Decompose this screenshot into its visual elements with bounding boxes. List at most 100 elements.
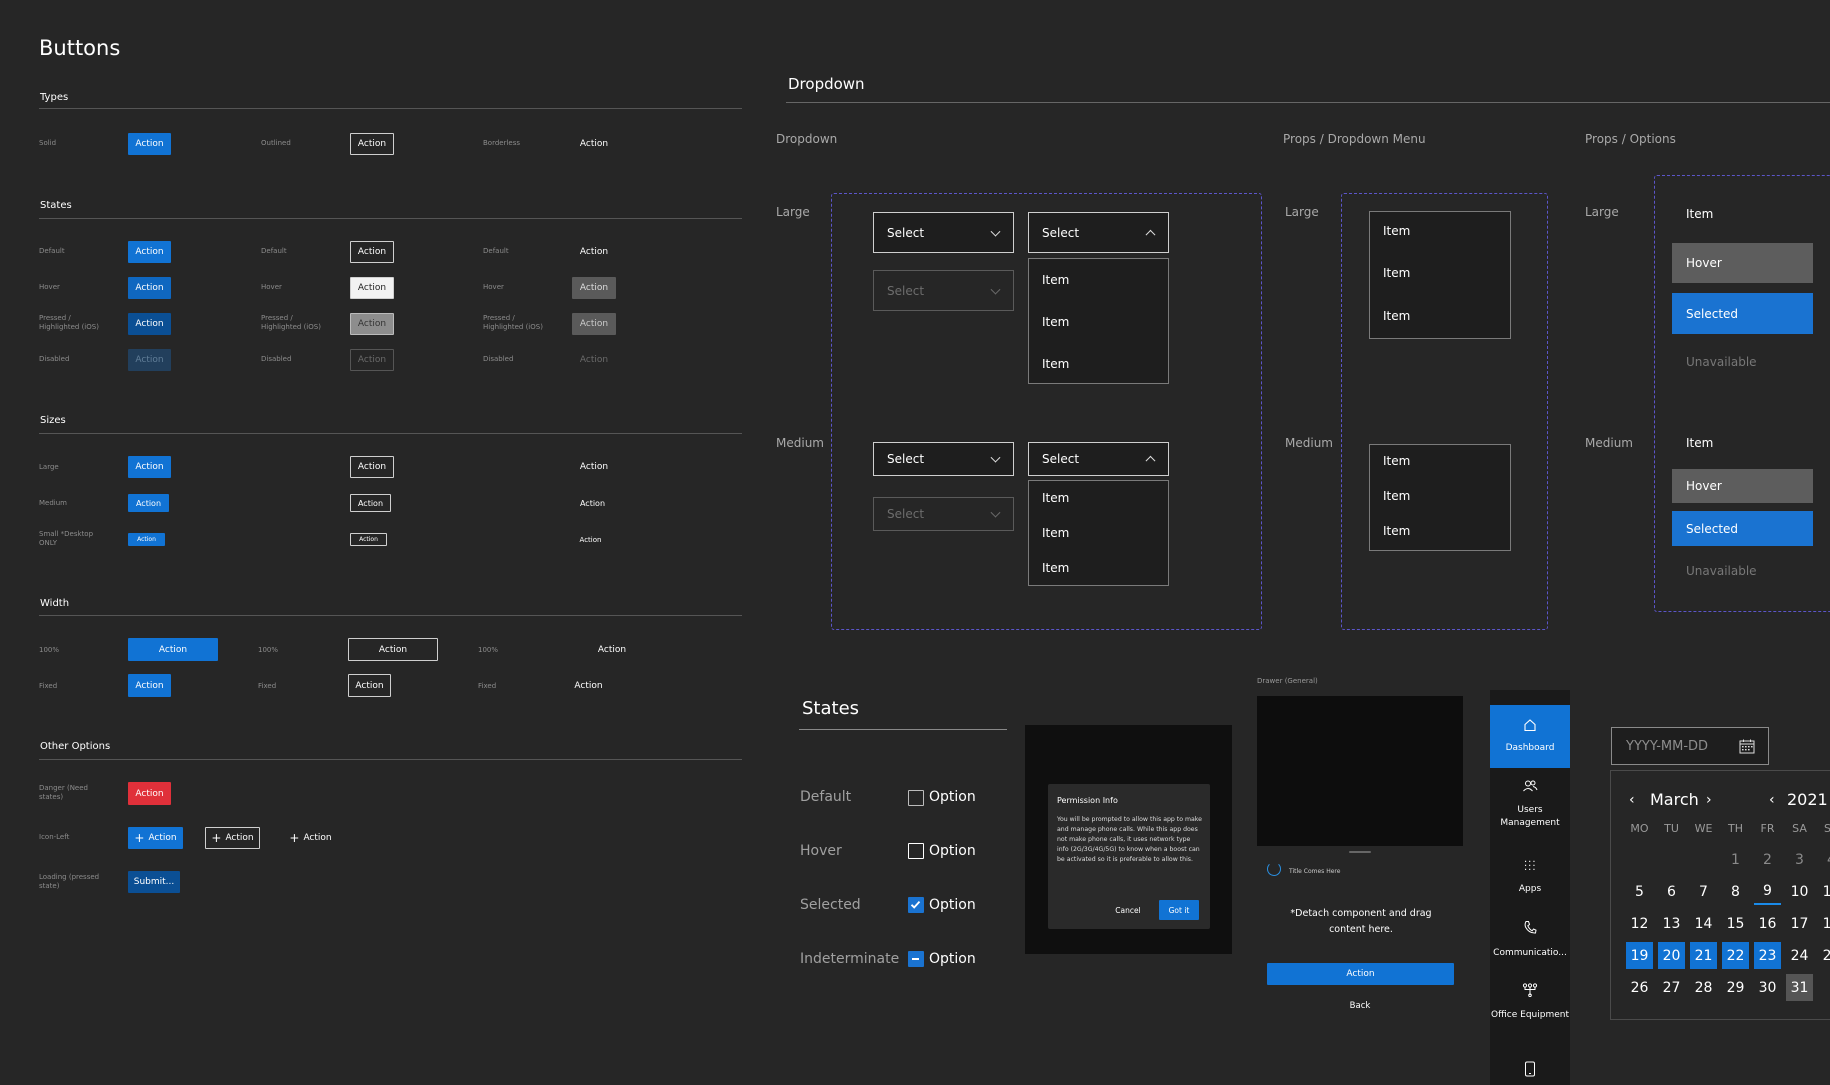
select-medium-closed[interactable]: Select (873, 442, 1014, 476)
large-solid-button[interactable]: Action (128, 456, 171, 478)
fixed-outlined-button[interactable]: Action (348, 674, 391, 697)
menu-item[interactable]: Item (1042, 526, 1069, 540)
outlined-default-button[interactable]: Action (350, 241, 394, 263)
nav-label-users[interactable]: Users Management (1490, 804, 1570, 830)
calendar-day[interactable]: 21 (1690, 942, 1717, 969)
medium-solid-button[interactable]: Action (128, 494, 169, 512)
calendar-day[interactable]: 8 (1722, 878, 1749, 905)
large-outlined-button[interactable]: Action (350, 456, 394, 478)
borderless-pressed-button[interactable]: Action (572, 313, 616, 335)
checkbox-checked[interactable] (908, 897, 924, 913)
calendar-day[interactable]: 23 (1754, 942, 1781, 969)
calendar-day[interactable]: 6 (1658, 878, 1685, 905)
select-medium-open[interactable]: Select (1028, 442, 1169, 476)
menu-item[interactable]: Item (1383, 224, 1410, 238)
next-month-icon[interactable]: › (1706, 792, 1712, 808)
icon-left-borderless-button[interactable]: + Action (283, 827, 338, 849)
menu-item[interactable]: Item (1042, 561, 1069, 575)
option-item[interactable]: Item (1672, 428, 1813, 458)
menu-item[interactable]: Item (1383, 489, 1410, 503)
icon-left-solid-button[interactable]: + Action (128, 827, 183, 849)
small-borderless-button[interactable]: Action (572, 533, 609, 546)
large-borderless-button[interactable]: Action (572, 456, 616, 478)
menu-item[interactable]: Item (1383, 524, 1410, 538)
full-width-solid-button[interactable]: Action (128, 638, 218, 661)
menu-item[interactable]: Item (1042, 315, 1069, 329)
select-large-closed[interactable]: Select (873, 212, 1014, 253)
loading-button[interactable]: Submit... (128, 871, 180, 893)
calendar-day[interactable]: 10 (1786, 878, 1813, 905)
outlined-hover-button[interactable]: Action (350, 277, 394, 299)
calendar-day[interactable]: 9 (1754, 878, 1781, 905)
cancel-button[interactable]: Cancel (1108, 900, 1148, 920)
menu-item[interactable]: Item (1042, 357, 1069, 371)
menu-item[interactable]: Item (1042, 273, 1069, 287)
option-item[interactable]: Item (1672, 199, 1813, 229)
calendar-day[interactable]: 31 (1786, 974, 1813, 1001)
calendar-day[interactable]: 17 (1786, 910, 1813, 937)
calendar-day[interactable]: 27 (1658, 974, 1685, 1001)
menu-item[interactable]: Item (1383, 266, 1410, 280)
borderless-default-button[interactable]: Action (572, 241, 616, 263)
medium-outlined-button[interactable]: Action (350, 494, 391, 512)
calendar-day[interactable]: 13 (1658, 910, 1685, 937)
nav-item-dashboard[interactable] (1490, 705, 1570, 768)
danger-button[interactable]: Action (128, 782, 171, 805)
calendar-day[interactable]: 28 (1690, 974, 1717, 1001)
drawer-action-button[interactable]: Action (1267, 963, 1454, 985)
option-selected[interactable]: Selected (1672, 293, 1813, 334)
calendar-day[interactable]: 4 (1818, 846, 1830, 873)
medium-borderless-button[interactable]: Action (572, 494, 613, 512)
solid-button[interactable]: Action (128, 133, 171, 155)
calendar-day[interactable]: 16 (1754, 910, 1781, 937)
borderless-button[interactable]: Action (572, 133, 616, 155)
small-solid-button[interactable]: Action (128, 533, 165, 546)
menu-item[interactable]: Item (1042, 491, 1069, 505)
calendar-day[interactable]: 22 (1722, 942, 1749, 969)
drawer-handle[interactable] (1349, 851, 1371, 853)
calendar-day[interactable]: 26 (1626, 974, 1653, 1001)
fixed-solid-button[interactable]: Action (128, 674, 171, 697)
calendar-day[interactable]: 18 (1818, 910, 1830, 937)
nav-label-office-equipment[interactable]: Office Equipment (1490, 1009, 1570, 1022)
checkbox-unchecked[interactable] (908, 790, 924, 806)
calendar-day[interactable]: 30 (1754, 974, 1781, 1001)
nav-label-apps[interactable]: Apps (1490, 883, 1570, 896)
select-large-open[interactable]: Select (1028, 212, 1169, 253)
calendar-day[interactable]: 2 (1754, 846, 1781, 873)
outlined-button[interactable]: Action (350, 133, 394, 155)
calendar-day[interactable]: 15 (1722, 910, 1749, 937)
checkbox-indeterminate[interactable] (908, 951, 924, 967)
option-hover[interactable]: Hover (1672, 469, 1813, 503)
prev-month-icon[interactable]: ‹ (1629, 792, 1635, 808)
calendar-day[interactable]: 25 (1818, 942, 1830, 969)
borderless-hover-button[interactable]: Action (572, 277, 616, 299)
small-outlined-button[interactable]: Action (350, 533, 387, 546)
calendar-day[interactable]: 29 (1722, 974, 1749, 1001)
solid-hover-button[interactable]: Action (128, 277, 171, 299)
calendar-day[interactable]: 5 (1626, 878, 1653, 905)
solid-default-button[interactable]: Action (128, 241, 171, 263)
option-selected[interactable]: Selected (1672, 511, 1813, 546)
calendar-day[interactable]: 24 (1786, 942, 1813, 969)
got-it-button[interactable]: Got it (1159, 900, 1199, 920)
full-width-outlined-button[interactable]: Action (348, 638, 438, 661)
drawer-back-button[interactable]: Back (1330, 996, 1390, 1016)
nav-label-communications[interactable]: Communicatio... (1490, 947, 1570, 960)
prev-year-icon[interactable]: ‹ (1769, 792, 1775, 808)
date-input[interactable]: YYYY-MM-DD (1611, 727, 1769, 765)
calendar-day[interactable]: 20 (1658, 942, 1685, 969)
menu-item[interactable]: Item (1383, 454, 1410, 468)
calendar-day[interactable]: 19 (1626, 942, 1653, 969)
calendar-day[interactable]: 14 (1690, 910, 1717, 937)
outlined-pressed-button[interactable]: Action (350, 313, 394, 335)
option-hover[interactable]: Hover (1672, 243, 1813, 283)
calendar-day[interactable]: 1 (1722, 846, 1749, 873)
menu-item[interactable]: Item (1383, 309, 1410, 323)
solid-pressed-button[interactable]: Action (128, 313, 171, 335)
icon-left-outlined-button[interactable]: + Action (205, 827, 260, 849)
calendar-day[interactable]: 11 (1818, 878, 1830, 905)
calendar-day[interactable]: 7 (1690, 878, 1717, 905)
fixed-borderless-button[interactable]: Action (567, 674, 610, 697)
calendar-day[interactable]: 12 (1626, 910, 1653, 937)
